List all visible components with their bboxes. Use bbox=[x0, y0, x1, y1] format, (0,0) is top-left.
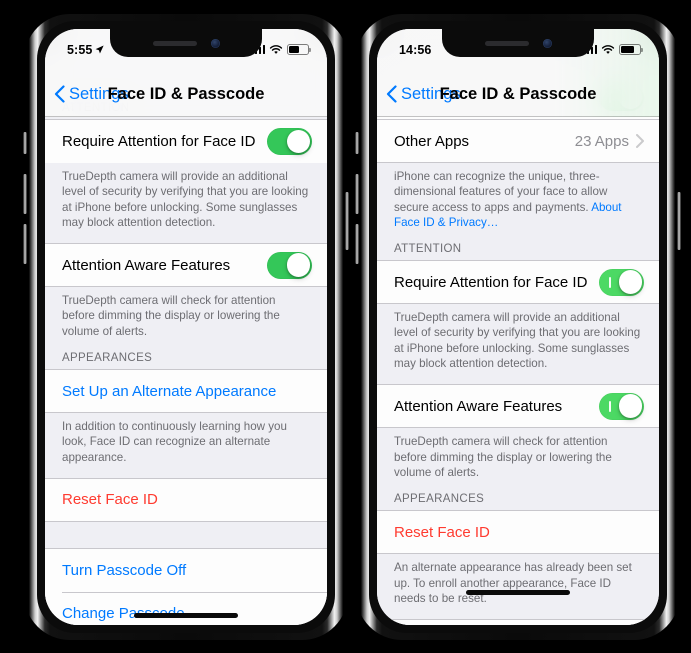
right-phone: Other Apps 23 Apps iPhone can recognize … bbox=[355, 14, 681, 640]
row-label: Attention Aware Features bbox=[62, 256, 231, 274]
volume-down-button[interactable] bbox=[23, 224, 27, 264]
footnote-appearances: In addition to continuously learning how… bbox=[62, 420, 287, 464]
row-attention-aware[interactable]: Attention Aware Features bbox=[377, 384, 659, 429]
wifi-icon bbox=[269, 44, 283, 54]
settings-list[interactable]: ATTENTION Require Attention for Face ID … bbox=[45, 29, 327, 625]
back-to-settings-button[interactable]: Settings bbox=[386, 85, 461, 104]
row-reset-face-id[interactable]: Reset Face ID bbox=[45, 477, 327, 522]
row-label: Other Apps bbox=[394, 132, 470, 150]
row-reset-face-id[interactable]: Reset Face ID bbox=[377, 510, 659, 555]
footnote-attention: TrueDepth camera will provide an additio… bbox=[62, 170, 309, 229]
wifi-icon bbox=[601, 44, 615, 54]
row-turn-passcode-off[interactable]: Turn Passcode Off bbox=[45, 547, 327, 592]
front-camera-icon bbox=[542, 38, 552, 48]
section-header-appearances: APPEARANCES bbox=[394, 493, 485, 506]
chevron-left-icon bbox=[54, 85, 65, 103]
row-other-apps[interactable]: Other Apps 23 Apps bbox=[377, 119, 659, 163]
row-label: Reset Face ID bbox=[394, 523, 490, 541]
earpiece-speaker bbox=[484, 40, 529, 46]
row-change-passcode[interactable]: Change Passcode bbox=[45, 591, 327, 625]
home-indicator[interactable] bbox=[134, 613, 238, 618]
status-time: 5:55 bbox=[67, 42, 93, 57]
volume-down-button[interactable] bbox=[355, 224, 359, 264]
row-label: Set Up an Alternate Appearance bbox=[62, 382, 277, 400]
left-phone-screen: ATTENTION Require Attention for Face ID … bbox=[45, 29, 327, 625]
section-header-attention: ATTENTION bbox=[394, 243, 462, 256]
silent-switch[interactable] bbox=[355, 132, 359, 154]
back-label: Settings bbox=[401, 84, 461, 103]
toggle-knob bbox=[618, 394, 643, 419]
chevron-left-icon bbox=[386, 85, 397, 103]
footnote-attention-aware: TrueDepth camera will check for attentio… bbox=[62, 294, 280, 338]
back-to-settings-button[interactable]: Settings bbox=[54, 85, 129, 104]
toggle-knob bbox=[618, 270, 643, 295]
row-label: Reset Face ID bbox=[62, 491, 158, 509]
row-label: Require Attention for Face ID bbox=[62, 133, 256, 150]
location-arrow-icon bbox=[96, 45, 105, 54]
toggle-require-attention[interactable] bbox=[267, 128, 312, 155]
toggle-knob bbox=[286, 253, 311, 278]
chevron-right-icon bbox=[636, 134, 644, 148]
earpiece-speaker bbox=[152, 40, 197, 46]
footnote-text: iPhone can recognize the unique, three-d… bbox=[394, 170, 608, 214]
row-value: 23 Apps bbox=[574, 132, 629, 150]
battery-icon bbox=[619, 44, 643, 55]
back-label: Settings bbox=[69, 84, 129, 103]
row-label: Attention Aware Features bbox=[394, 397, 563, 415]
left-phone: ATTENTION Require Attention for Face ID … bbox=[23, 14, 349, 640]
settings-list[interactable]: Other Apps 23 Apps iPhone can recognize … bbox=[377, 29, 659, 625]
power-button[interactable] bbox=[345, 192, 349, 250]
silent-switch[interactable] bbox=[23, 132, 27, 154]
toggle-require-attention[interactable] bbox=[599, 268, 644, 296]
right-phone-screen: Other Apps 23 Apps iPhone can recognize … bbox=[377, 29, 659, 625]
power-button[interactable] bbox=[677, 192, 681, 250]
right-notch bbox=[442, 29, 594, 57]
left-notch bbox=[110, 29, 262, 57]
footnote-attention: TrueDepth camera will provide an additio… bbox=[394, 311, 641, 371]
row-label: Require Attention for Face ID bbox=[394, 273, 588, 291]
toggle-attention-aware[interactable] bbox=[599, 392, 644, 420]
status-time: 14:56 bbox=[399, 42, 432, 57]
group-gap bbox=[45, 522, 327, 548]
screenshot-canvas: ATTENTION Require Attention for Face ID … bbox=[0, 0, 691, 653]
toggle-attention-aware[interactable] bbox=[267, 251, 312, 279]
battery-icon bbox=[287, 44, 311, 55]
section-header-appearances: APPEARANCES bbox=[62, 352, 153, 365]
row-require-attention[interactable]: Require Attention for Face ID bbox=[377, 260, 659, 305]
volume-up-button[interactable] bbox=[23, 174, 27, 214]
footnote-appearances: An alternate appearance has already been… bbox=[394, 561, 632, 605]
home-indicator[interactable] bbox=[466, 590, 570, 595]
volume-up-button[interactable] bbox=[355, 174, 359, 214]
row-label: Turn Passcode Off bbox=[62, 561, 187, 579]
front-camera-icon bbox=[210, 38, 220, 48]
toggle-knob bbox=[286, 129, 311, 154]
row-turn-passcode-off[interactable]: Turn Passcode Off bbox=[377, 619, 659, 625]
footnote-attention-aware: TrueDepth camera will check for attentio… bbox=[394, 435, 612, 479]
row-require-attention[interactable]: Require Attention for Face ID bbox=[45, 119, 327, 163]
row-attention-aware[interactable]: Attention Aware Features bbox=[45, 243, 327, 288]
footnote-other-apps: iPhone can recognize the unique, three-d… bbox=[377, 163, 659, 243]
row-setup-alternate-appearance[interactable]: Set Up an Alternate Appearance bbox=[45, 369, 327, 414]
